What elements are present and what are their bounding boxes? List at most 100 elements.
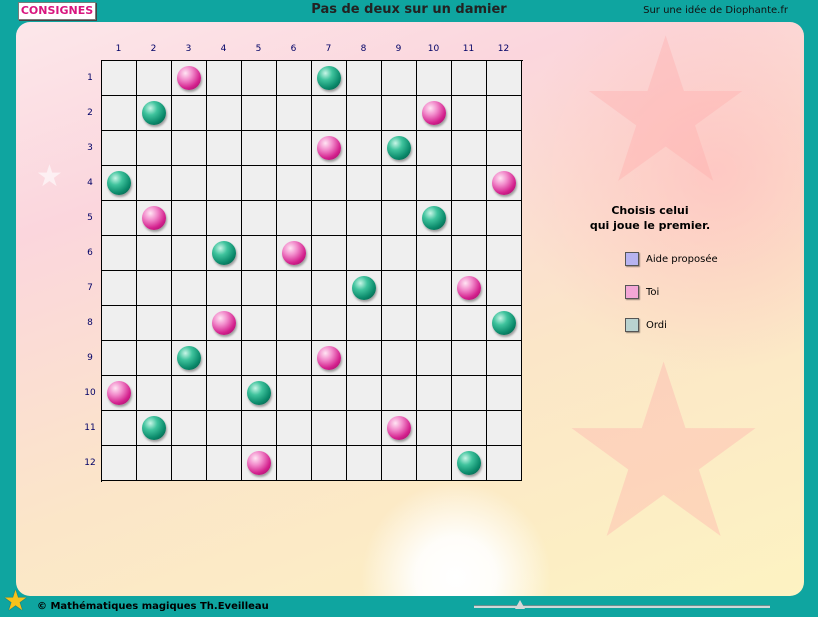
board-cell[interactable] <box>172 61 207 96</box>
board-cell[interactable] <box>487 166 522 201</box>
board-cell[interactable] <box>347 376 382 411</box>
board-cell[interactable] <box>102 376 137 411</box>
board-cell[interactable] <box>347 166 382 201</box>
board-cell[interactable] <box>347 236 382 271</box>
board-cell[interactable] <box>382 166 417 201</box>
board-cell[interactable] <box>137 306 172 341</box>
board-cell[interactable] <box>172 236 207 271</box>
green-ball-piece[interactable] <box>212 241 236 265</box>
board-cell[interactable] <box>172 96 207 131</box>
board-cell[interactable] <box>277 446 312 481</box>
board-cell[interactable] <box>382 131 417 166</box>
board-cell[interactable] <box>452 446 487 481</box>
board-cell[interactable] <box>277 131 312 166</box>
board-cell[interactable] <box>452 201 487 236</box>
board-cell[interactable] <box>382 376 417 411</box>
board-cell[interactable] <box>487 341 522 376</box>
board-cell[interactable] <box>417 201 452 236</box>
board-cell[interactable] <box>172 411 207 446</box>
board-cell[interactable] <box>312 446 347 481</box>
board-cell[interactable] <box>137 131 172 166</box>
board-cell[interactable] <box>242 201 277 236</box>
board-cell[interactable] <box>137 201 172 236</box>
board-cell[interactable] <box>172 341 207 376</box>
green-ball-piece[interactable] <box>142 416 166 440</box>
board-cell[interactable] <box>347 271 382 306</box>
board-cell[interactable] <box>312 201 347 236</box>
board-cell[interactable] <box>102 236 137 271</box>
pink-ball-piece[interactable] <box>247 451 271 475</box>
green-ball-piece[interactable] <box>492 311 516 335</box>
board-cell[interactable] <box>172 306 207 341</box>
pink-ball-piece[interactable] <box>317 136 341 160</box>
board-cell[interactable] <box>242 411 277 446</box>
board-cell[interactable] <box>382 341 417 376</box>
board-cell[interactable] <box>172 376 207 411</box>
board-cell[interactable] <box>207 376 242 411</box>
board-cell[interactable] <box>312 306 347 341</box>
board-cell[interactable] <box>417 166 452 201</box>
pink-ball-piece[interactable] <box>107 381 131 405</box>
board-cell[interactable] <box>347 201 382 236</box>
board-cell[interactable] <box>452 341 487 376</box>
board-cell[interactable] <box>382 96 417 131</box>
board-cell[interactable] <box>312 166 347 201</box>
board-cell[interactable] <box>487 236 522 271</box>
board-cell[interactable] <box>172 271 207 306</box>
board-cell[interactable] <box>102 341 137 376</box>
board-cell[interactable] <box>347 341 382 376</box>
board-cell[interactable] <box>277 341 312 376</box>
board-cell[interactable] <box>102 446 137 481</box>
board-cell[interactable] <box>207 131 242 166</box>
board-cell[interactable] <box>312 341 347 376</box>
slider-thumb[interactable] <box>515 600 525 609</box>
board-cell[interactable] <box>277 376 312 411</box>
board-cell[interactable] <box>172 131 207 166</box>
board-cell[interactable] <box>207 166 242 201</box>
green-ball-piece[interactable] <box>177 346 201 370</box>
pink-ball-piece[interactable] <box>387 416 411 440</box>
board-cell[interactable] <box>102 201 137 236</box>
board-cell[interactable] <box>312 96 347 131</box>
board-cell[interactable] <box>417 411 452 446</box>
board-cell[interactable] <box>172 201 207 236</box>
board-cell[interactable] <box>452 411 487 446</box>
board-cell[interactable] <box>347 131 382 166</box>
green-ball-piece[interactable] <box>457 451 481 475</box>
board-cell[interactable] <box>312 131 347 166</box>
board-cell[interactable] <box>172 446 207 481</box>
board-cell[interactable] <box>312 376 347 411</box>
board-cell[interactable] <box>452 166 487 201</box>
board-cell[interactable] <box>137 236 172 271</box>
board-cell[interactable] <box>207 61 242 96</box>
board-cell[interactable] <box>242 271 277 306</box>
board-cell[interactable] <box>347 61 382 96</box>
board-cell[interactable] <box>277 201 312 236</box>
board-cell[interactable] <box>207 236 242 271</box>
green-ball-piece[interactable] <box>247 381 271 405</box>
board-cell[interactable] <box>277 166 312 201</box>
board-cell[interactable] <box>277 306 312 341</box>
board-cell[interactable] <box>102 131 137 166</box>
board-cell[interactable] <box>452 271 487 306</box>
board-cell[interactable] <box>277 271 312 306</box>
board-cell[interactable] <box>102 96 137 131</box>
board-cell[interactable] <box>137 166 172 201</box>
board-cell[interactable] <box>137 61 172 96</box>
board-cell[interactable] <box>347 446 382 481</box>
board-cell[interactable] <box>452 376 487 411</box>
board-cell[interactable] <box>242 61 277 96</box>
board-cell[interactable] <box>137 96 172 131</box>
option-toi[interactable]: Toi <box>625 284 659 300</box>
board-cell[interactable] <box>417 341 452 376</box>
board-cell[interactable] <box>417 376 452 411</box>
board-cell[interactable] <box>102 61 137 96</box>
board-cell[interactable] <box>487 201 522 236</box>
board-cell[interactable] <box>417 306 452 341</box>
board-cell[interactable] <box>137 271 172 306</box>
option-checkbox[interactable] <box>625 252 639 266</box>
green-ball-piece[interactable] <box>352 276 376 300</box>
option-checkbox[interactable] <box>625 318 639 332</box>
pink-ball-piece[interactable] <box>142 206 166 230</box>
board-cell[interactable] <box>382 306 417 341</box>
